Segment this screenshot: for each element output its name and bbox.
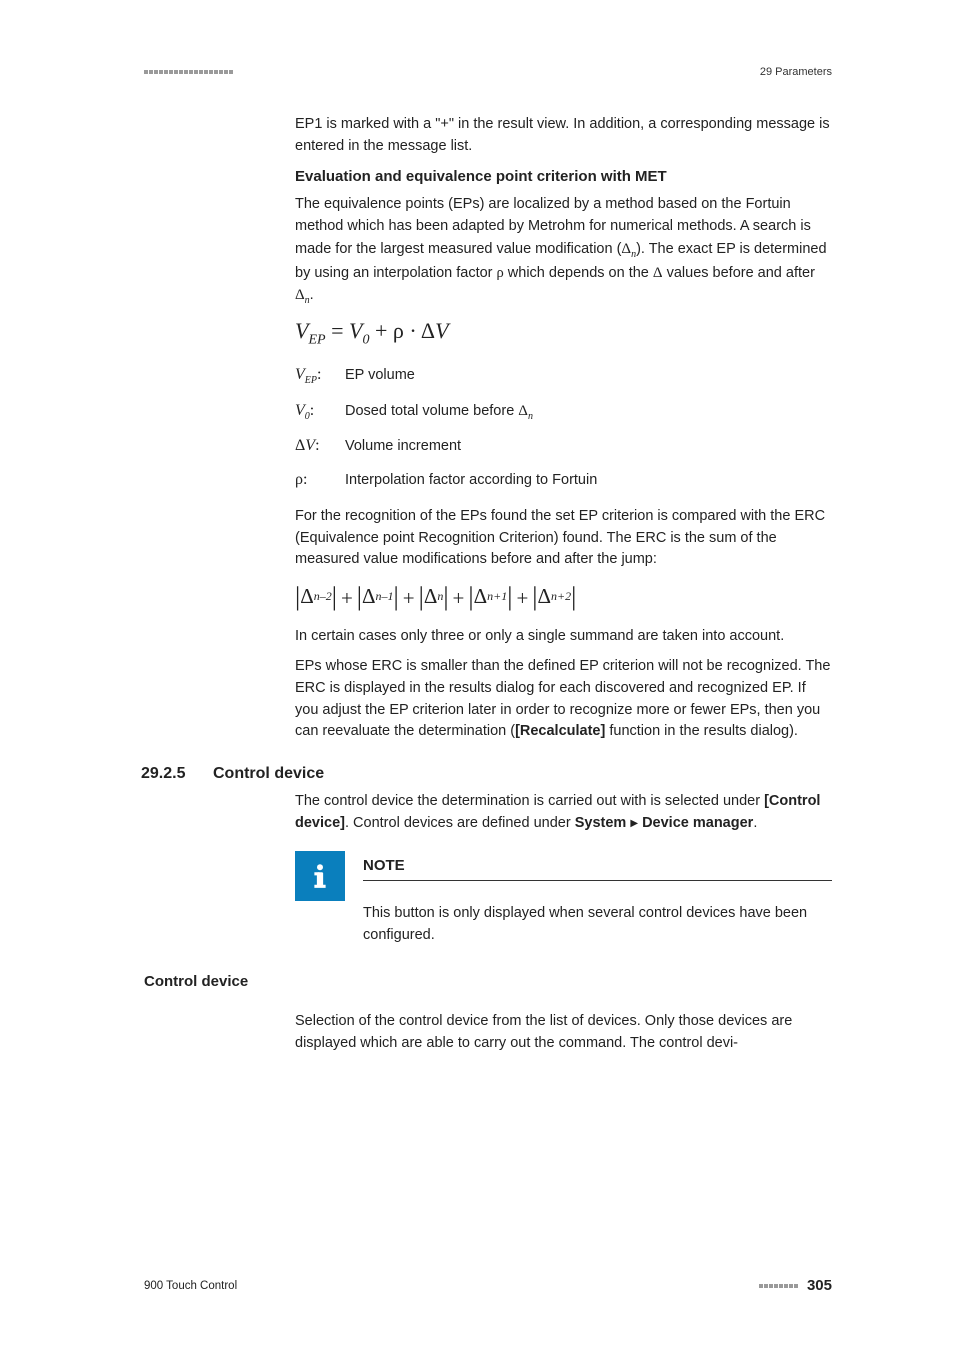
- certain-paragraph: In certain cases only three or only a si…: [295, 626, 832, 648]
- delta-inline: Δ: [653, 265, 663, 281]
- header-ornament-left: [144, 70, 234, 74]
- triangle-icon: ▶: [630, 818, 638, 829]
- delta-n-inline-2: Δn: [295, 287, 310, 303]
- eval-paragraph: The equivalence points (EPs) are localiz…: [295, 194, 832, 308]
- info-icon: [295, 851, 345, 901]
- page-header: 29 Parameters: [144, 66, 832, 78]
- chapter-label: 29 Parameters: [760, 66, 832, 78]
- def-row-vep: VEP: EP volume: [295, 363, 832, 388]
- def-row-rho: ρ: Interpolation factor according to For…: [295, 468, 832, 492]
- control-text-1: The control device the determination is …: [295, 793, 764, 809]
- selection-paragraph: Selection of the control device from the…: [295, 1011, 832, 1055]
- eval-text-3: which depends on the: [504, 265, 653, 281]
- page-number: 305: [807, 1277, 832, 1294]
- control-device-subhead: Control device: [144, 971, 832, 994]
- section-heading: 29.2.5 Control device: [141, 765, 832, 783]
- formula-vep: VEP = V0 + ρ · ΔV: [295, 318, 832, 349]
- delta-n-inline: Δn: [621, 241, 636, 257]
- footer-ornament: [759, 1284, 799, 1288]
- section-title: Control device: [213, 765, 324, 783]
- def-txt-v0: Dosed total volume before Δn: [345, 400, 832, 424]
- page-footer: 900 Touch Control 305: [144, 1277, 832, 1294]
- control-text-2: . Control devices are defined under: [345, 815, 575, 831]
- system-label: System: [575, 815, 627, 831]
- def-txt-vep: EP volume: [345, 365, 832, 387]
- control-text-3: .: [753, 815, 757, 831]
- control-paragraph: The control device the determination is …: [295, 791, 832, 835]
- recognition-paragraph: For the recognition of the EPs found the…: [295, 506, 832, 571]
- note-box: NOTE This button is only displayed when …: [295, 849, 832, 947]
- footer-product: 900 Touch Control: [144, 1280, 237, 1292]
- device-manager-label: Device manager: [642, 815, 753, 831]
- def-txt-rho: Interpolation factor according to Fortui…: [345, 470, 832, 492]
- erc-paragraph: EPs whose ERC is smaller than the define…: [295, 656, 832, 743]
- def-txt-v0-span: Dosed total volume before: [345, 403, 518, 419]
- intro-paragraph: EP1 is marked with a "+" in the result v…: [295, 114, 832, 158]
- def-row-dv: ΔV: Volume increment: [295, 434, 832, 458]
- note-body: This button is only displayed when sever…: [363, 903, 832, 947]
- section-number: 29.2.5: [141, 765, 213, 783]
- def-sym-rho: ρ:: [295, 468, 345, 492]
- erc-text-2: function in the results dialog).: [605, 723, 798, 739]
- eval-text-4: values before and after: [663, 265, 815, 281]
- def-txt-dv: Volume increment: [345, 436, 832, 458]
- def-sym-vep: VEP:: [295, 363, 345, 388]
- formula-erc: |Δn–2|+|Δn–1|+|Δn|+|Δn+1|+|Δn+2|: [295, 581, 832, 612]
- recalculate-label: [Recalculate]: [515, 723, 605, 739]
- def-sym-v0: V0:: [295, 399, 345, 424]
- def-row-v0: V0: Dosed total volume before Δn: [295, 399, 832, 424]
- delta-n-def: Δn: [518, 403, 533, 419]
- rho-inline: ρ: [497, 265, 504, 281]
- def-sym-dv: ΔV:: [295, 434, 345, 458]
- note-title: NOTE: [363, 849, 832, 882]
- eval-heading: Evaluation and equivalence point criteri…: [295, 166, 832, 189]
